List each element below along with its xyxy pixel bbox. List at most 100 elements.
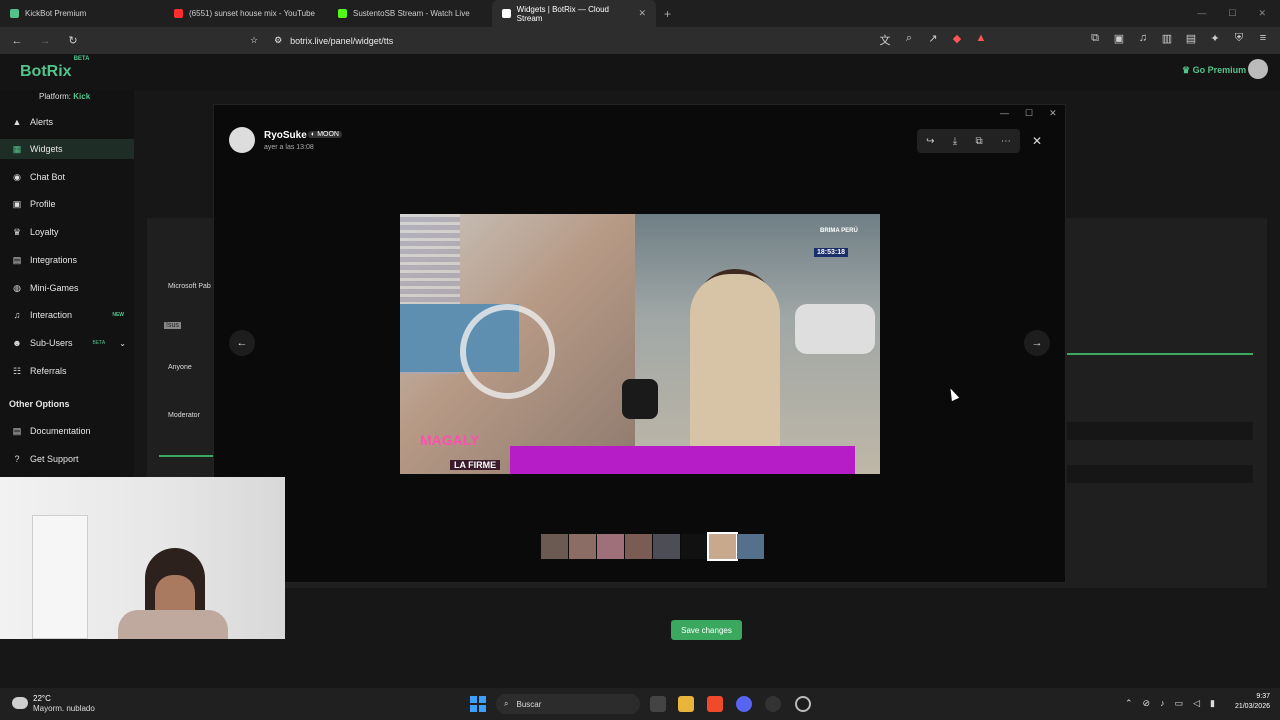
- brave-shield-icon[interactable]: ◆: [950, 32, 964, 48]
- sidebar-item-label: Interaction: [30, 310, 73, 320]
- menu-icon[interactable]: ≡: [1256, 32, 1270, 45]
- more-options-icon[interactable]: ⋯: [1001, 136, 1011, 147]
- browser-tab-bar: KickBot Premium (6551) sunset house mix …: [0, 0, 1280, 27]
- sidebar-item-loyalty[interactable]: ♛ Loyalty: [0, 222, 134, 242]
- sidebar-item-get-support[interactable]: ? Get Support: [0, 449, 134, 469]
- tab-kickbot[interactable]: KickBot Premium: [0, 0, 164, 27]
- tab-botrix-widgets[interactable]: Widgets | BotRix — Cloud Stream ✕: [492, 0, 656, 27]
- download-icon[interactable]: ⤓: [953, 136, 957, 147]
- share-icon[interactable]: ↗: [926, 32, 940, 48]
- text-field-bg[interactable]: [1067, 465, 1253, 483]
- poster-avatar[interactable]: [229, 127, 255, 153]
- thumbnail[interactable]: [597, 534, 624, 559]
- sidebar-item-label: Widgets: [30, 144, 63, 154]
- next-media-button[interactable]: →: [1024, 330, 1050, 356]
- battery-icon[interactable]: ▮: [1210, 698, 1215, 709]
- screenshot-icon[interactable]: ▣: [1112, 32, 1126, 45]
- rewards-icon[interactable]: ▲: [974, 32, 988, 48]
- windows-taskbar: [0, 688, 1280, 720]
- sidebar-item-chat-bot[interactable]: ◉ Chat Bot: [0, 167, 134, 187]
- microphone-icon[interactable]: ♪: [1160, 698, 1165, 709]
- sidebar-item-documentation[interactable]: ▤ Documentation: [0, 421, 134, 441]
- sidebar-item-mini-games[interactable]: ◍ Mini-Games: [0, 278, 134, 298]
- sidebar-item-alerts[interactable]: ▲ Alerts: [0, 112, 134, 132]
- sidebar-item-sub-users[interactable]: ☻ Sub-Users BETA ⌄: [0, 333, 134, 353]
- sidebar-item-profile[interactable]: ▣ Profile: [0, 194, 134, 214]
- weather-description[interactable]: Mayorm. nublado: [33, 704, 95, 713]
- media-icon[interactable]: ♫: [1136, 32, 1150, 45]
- network-icon[interactable]: ▭: [1175, 698, 1184, 709]
- platform-indicator[interactable]: Platform: Kick: [39, 92, 90, 101]
- brave-browser-icon[interactable]: [707, 696, 723, 712]
- close-window-icon[interactable]: ✕: [1258, 8, 1266, 19]
- thumbnail-selected[interactable]: [707, 532, 738, 561]
- sidebar-toggle-icon[interactable]: ▥: [1160, 32, 1174, 45]
- go-premium-link[interactable]: ♛ Go Premium: [1182, 65, 1246, 76]
- sidebar-item-interaction[interactable]: ♫ Interaction NEW: [0, 305, 134, 325]
- taskbar-search[interactable]: ⌕ Buscar: [496, 694, 640, 714]
- obs-icon[interactable]: [765, 696, 781, 712]
- windows-start-icon[interactable]: [470, 696, 486, 712]
- sidebar-item-integrations[interactable]: ▤ Integrations: [0, 250, 134, 270]
- tab-label: SustentoSB Stream - Watch Live: [353, 9, 470, 18]
- vpn-icon[interactable]: ⛨: [1232, 32, 1246, 45]
- thumbnail[interactable]: [625, 534, 652, 559]
- app-icon[interactable]: [795, 696, 811, 712]
- maximize-icon[interactable]: ☐: [1228, 8, 1236, 19]
- user-avatar[interactable]: [1248, 59, 1268, 79]
- close-tab-icon[interactable]: ✕: [638, 8, 646, 19]
- open-external-icon[interactable]: ⧉: [975, 136, 982, 147]
- speed-slider[interactable]: [1067, 353, 1253, 355]
- permission-select[interactable]: Anyone: [168, 364, 192, 371]
- taskbar-clock[interactable]: 9:37 21/03/2026: [1226, 693, 1270, 710]
- text-field-bg[interactable]: [1067, 422, 1253, 440]
- integrations-icon: ▤: [12, 255, 22, 265]
- chevron-down-icon[interactable]: ⌄: [119, 339, 126, 348]
- discord-icon[interactable]: [736, 696, 752, 712]
- maximize-icon[interactable]: ☐: [1025, 108, 1033, 119]
- back-icon[interactable]: ←: [10, 35, 24, 47]
- muted-icon[interactable]: ⊘: [1143, 698, 1151, 709]
- zoom-icon[interactable]: ⌕: [902, 32, 916, 48]
- leo-icon[interactable]: ✦: [1208, 32, 1222, 45]
- tab-kick-stream[interactable]: SustentoSB Stream - Watch Live: [328, 0, 492, 27]
- new-tab-icon[interactable]: +: [656, 7, 679, 21]
- thumbnail[interactable]: [681, 534, 708, 559]
- sidebar-item-referrals[interactable]: ☷ Referrals: [0, 361, 134, 381]
- minimize-icon[interactable]: —: [1000, 108, 1009, 119]
- platform-value: Kick: [73, 92, 91, 101]
- forward-icon[interactable]: →: [38, 35, 52, 47]
- site-settings-icon[interactable]: ⚙: [274, 35, 282, 46]
- thumbnail[interactable]: [569, 534, 596, 559]
- forward-share-icon[interactable]: ↪: [926, 136, 934, 147]
- voice-select[interactable]: Microsoft Pab: [168, 283, 211, 290]
- other-options-heading: Other Options: [9, 399, 70, 409]
- thumbnail[interactable]: [737, 534, 764, 559]
- command-input[interactable]: !sus: [164, 322, 181, 329]
- minimize-icon[interactable]: —: [1197, 8, 1206, 19]
- save-changes-button[interactable]: Save changes: [671, 620, 742, 640]
- tab-youtube[interactable]: (6551) sunset house mix - YouTube: [164, 0, 328, 27]
- chevron-up-icon[interactable]: ⌃: [1125, 698, 1133, 709]
- cloud-icon[interactable]: [12, 697, 28, 709]
- botrix-logo[interactable]: BotRixBETA: [20, 56, 89, 81]
- wallet-icon[interactable]: ▤: [1184, 32, 1198, 45]
- reload-icon[interactable]: ↻: [66, 34, 80, 47]
- thumbnail[interactable]: [653, 534, 680, 559]
- previous-media-button[interactable]: ←: [229, 330, 255, 356]
- sidebar-item-widgets[interactable]: ▦ Widgets: [0, 139, 134, 159]
- poster-username[interactable]: RyoSuke: [264, 130, 307, 141]
- min-role-select[interactable]: Moderator: [168, 412, 200, 419]
- weather-temperature[interactable]: 22°C: [33, 694, 51, 703]
- file-explorer-icon[interactable]: [678, 696, 694, 712]
- close-viewer-icon[interactable]: ✕: [1027, 129, 1047, 153]
- extensions-icon[interactable]: ⧉: [1088, 32, 1102, 45]
- volume-icon[interactable]: ◁: [1193, 698, 1200, 709]
- media-lower-third: [510, 446, 855, 474]
- volume-slider-fill[interactable]: [159, 455, 213, 457]
- translate-icon[interactable]: 文: [878, 32, 892, 48]
- thumbnail[interactable]: [541, 534, 568, 559]
- close-window-icon[interactable]: ✕: [1049, 108, 1057, 119]
- bookmark-icon[interactable]: ☆: [250, 35, 258, 46]
- task-view-icon[interactable]: [650, 696, 666, 712]
